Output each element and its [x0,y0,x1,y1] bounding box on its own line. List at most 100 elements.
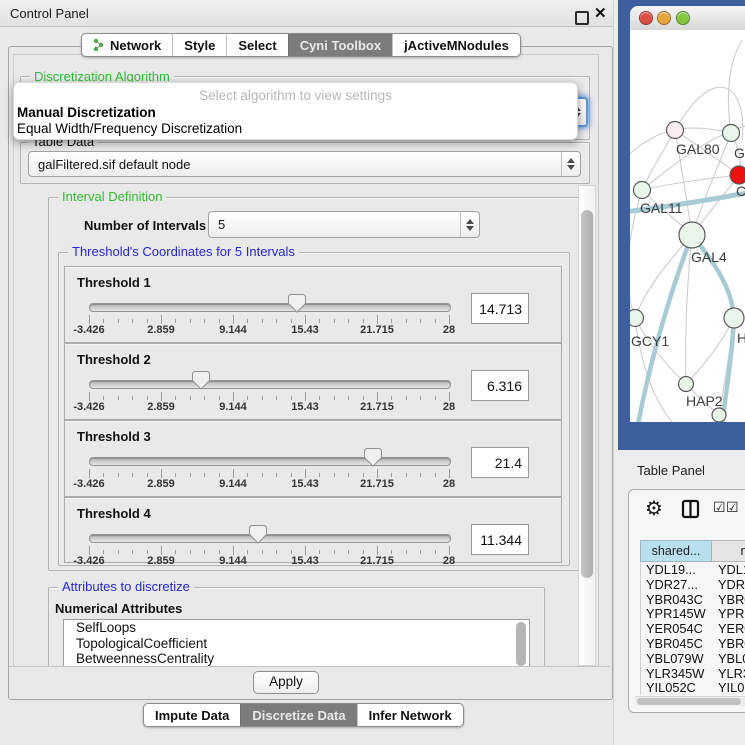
network-edge[interactable] [642,130,675,190]
network-node[interactable] [679,377,694,392]
tab-infer-network[interactable]: Infer Network [357,704,463,726]
table-cell[interactable]: YLR3 [713,666,745,681]
table-cell[interactable]: YDL19... [641,562,713,577]
network-edge-thick[interactable] [722,318,734,422]
table-cell[interactable]: YPR145W [641,606,713,621]
tab-cyni-toolbox[interactable]: Cyni Toolbox [288,34,392,56]
table-cell[interactable]: YER054C [641,621,713,636]
column-header-shared-name[interactable]: shared... [640,540,712,562]
popup-item-manual-discretization[interactable]: Manual Discretization [17,105,156,120]
network-edge[interactable] [635,235,692,318]
slider-track[interactable] [89,457,451,466]
network-node[interactable] [679,222,705,248]
threshold-value-field[interactable]: 14.713 [471,293,529,324]
table-cell[interactable]: YBR0 [713,636,745,651]
threshold-value-field[interactable]: 6.316 [471,370,529,401]
table-row[interactable]: YDR27...YDR2 [641,577,745,592]
table-cell[interactable]: YDL1 [713,562,745,577]
attributes-list-scrollbar[interactable] [516,622,526,666]
table-row[interactable]: YIL052CYIL0 [641,680,745,695]
network-node[interactable] [730,166,745,184]
table-row[interactable]: YBR043CYBR0 [641,592,745,607]
table-cell[interactable]: YIL052C [641,680,713,695]
table-row[interactable]: YPR145WYPR1 [641,606,745,621]
table-cell[interactable]: YDR27... [641,577,713,592]
checkbox-icon[interactable]: ☑ [713,500,726,516]
table-body[interactable]: YDL19...YDL1YDR27...YDR2YBR043CYBR0YPR14… [640,562,745,695]
network-edge[interactable] [728,40,742,133]
threshold-value-field[interactable]: 21.4 [471,447,529,478]
slider-thumb[interactable] [288,294,306,313]
slider-track[interactable] [89,534,451,543]
attribute-item[interactable]: SelfLoops [64,620,529,636]
minimize-traffic-light-icon[interactable] [657,11,671,25]
numerical-attributes-label: Numerical Attributes [55,601,182,616]
slider-track[interactable] [89,303,451,312]
column-header-name[interactable]: na [712,540,745,562]
table-cell[interactable]: YBR043C [641,592,713,607]
table-cell[interactable]: YER0 [713,621,745,636]
network-node[interactable] [723,125,740,142]
table-hscrollbar-thumb[interactable] [637,698,741,705]
tab-jactivemnodules[interactable]: jActiveMNodules [392,34,520,56]
tab-label: Style [184,38,215,53]
network-edge[interactable] [692,235,734,318]
threshold-value-field[interactable]: 11.344 [471,524,529,555]
combobox-stepper-icon [460,212,479,237]
tab-discretize-data[interactable]: Discretize Data [240,704,356,726]
table-row[interactable]: YDL19...YDL1 [641,562,745,577]
apply-button[interactable]: Apply [253,671,319,694]
network-node[interactable] [712,408,726,422]
tick-mark [420,319,421,323]
table-cell[interactable]: YIL0 [713,680,745,695]
table-cell[interactable]: YLR345W [641,666,713,681]
numerical-attributes-list[interactable]: SelfLoopsTopologicalCoefficientBetweenne… [63,619,530,668]
tab-style[interactable]: Style [172,34,226,56]
float-window-icon[interactable] [575,11,589,25]
slider-thumb[interactable] [192,371,210,390]
tab-network[interactable]: Network [82,34,172,56]
network-node[interactable] [634,182,651,199]
table-row[interactable]: YBR045CYBR0 [641,636,745,651]
tab-impute-data[interactable]: Impute Data [144,704,240,726]
attribute-item[interactable]: TopologicalCoefficient [64,636,529,652]
table-row[interactable]: YLR345WYLR3 [641,666,745,681]
table-header-row: shared... na [640,540,745,562]
table-data-combobox[interactable]: galFiltered.sif default node [28,151,581,177]
split-columns-icon[interactable] [681,499,701,519]
slider-thumb[interactable] [364,448,382,467]
table-cell[interactable]: YBL0 [713,651,745,666]
table-cell[interactable]: YBR0 [713,592,745,607]
close-traffic-light-icon[interactable] [639,11,653,25]
number-of-intervals-combobox[interactable]: 5 [208,211,480,238]
table-hscrollbar-track[interactable] [635,696,745,706]
checkbox-icon[interactable]: ☑ [726,500,739,516]
table-cell[interactable]: YBL079W [641,651,713,666]
network-window-titlebar[interactable] [630,6,745,31]
table-row[interactable]: YER054CYER0 [641,621,745,636]
tick-mark [89,315,90,324]
attribute-items: SelfLoopsTopologicalCoefficientBetweenne… [64,620,529,667]
slider-tick-labels: -3.4262.8599.14415.4321.71528 [89,478,451,490]
table-cell[interactable]: YBR045C [641,636,713,651]
panel-scrollbar-thumb[interactable] [581,210,593,578]
popup-item-equal-width-frequency[interactable]: Equal Width/Frequency Discretization [17,121,242,136]
table-row[interactable]: YBL079WYBL0 [641,651,745,666]
gear-icon[interactable]: ⚙ [645,496,663,520]
network-edge[interactable] [642,175,739,190]
network-canvas[interactable]: GAL80GACGAL11GAL4GCY1HHAP2 [630,30,745,422]
network-edge-thick[interactable] [638,235,692,422]
zoom-traffic-light-icon[interactable] [676,11,690,25]
network-node[interactable] [630,310,644,327]
attribute-item[interactable]: BetweennessCentrality [64,651,529,667]
network-node[interactable] [667,122,684,139]
tick-mark [435,473,436,477]
slider-track[interactable] [89,380,451,389]
network-node[interactable] [724,308,744,328]
table-cell[interactable]: YDR2 [713,577,745,592]
network-edge-thick[interactable] [692,235,734,318]
slider-thumb[interactable] [249,525,267,544]
table-cell[interactable]: YPR1 [713,606,745,621]
tab-select[interactable]: Select [226,34,287,56]
close-icon[interactable]: ✕ [594,4,607,22]
